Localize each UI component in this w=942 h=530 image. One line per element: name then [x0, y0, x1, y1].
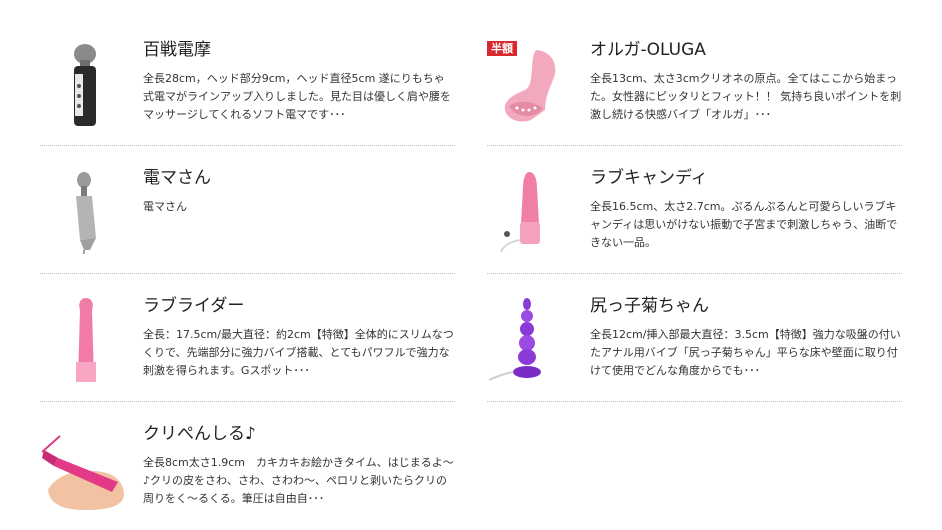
- product-card[interactable]: 百戦電摩 全長28cm，ヘッド部分9cm，ヘッド直径5cm 遂にりもちゃ式電マが…: [40, 18, 455, 146]
- product-description: 全長8cm太さ1.9cm カキカキお絵かきタイム、はじまるよ～♪クリの皮をさわ、…: [143, 456, 454, 505]
- product-title[interactable]: 電マさん: [143, 168, 455, 188]
- product-image[interactable]: [40, 168, 126, 254]
- product-image[interactable]: [40, 40, 126, 126]
- product-description: 全長：17.5cm/最大直径：約2cm【特徴】全体的にスリムなつくりで、先端部分…: [143, 328, 454, 377]
- half-price-badge: 半額: [487, 41, 517, 56]
- product-info: クリぺんしる♪ 全長8cm太さ1.9cm カキカキお絵かきタイム、はじまるよ～♪…: [143, 424, 455, 508]
- product-card[interactable]: クリぺんしる♪ 全長8cm太さ1.9cm カキカキお絵かきタイム、はじまるよ～♪…: [40, 402, 455, 530]
- product-description: 全長16.5cm、太さ2.7cm。ぷるんぷるんと可愛らしいラブキャンディは思いが…: [590, 200, 898, 249]
- product-title[interactable]: 百戦電摩: [143, 40, 455, 60]
- handheld-massager-icon: [76, 172, 96, 254]
- product-card[interactable]: 電マさん 電マさん: [40, 146, 455, 274]
- wand-massager-icon: [74, 44, 96, 126]
- product-info: 百戦電摩 全長28cm，ヘッド部分9cm，ヘッド直径5cm 遂にりもちゃ式電マが…: [143, 40, 455, 124]
- product-image[interactable]: [487, 168, 573, 254]
- product-title[interactable]: 尻っ子菊ちゃん: [590, 296, 902, 316]
- product-description: 全長12cm/挿入部最大直径：3.5cm【特徴】強力な吸盤の付いたアナル用バイブ…: [590, 328, 901, 377]
- pen-vibrator-in-hand-icon: [41, 435, 124, 510]
- product-image[interactable]: [40, 296, 126, 382]
- product-card[interactable]: ラブライダー 全長：17.5cm/最大直径：約2cm【特徴】全体的にスリムなつく…: [40, 274, 455, 402]
- product-description: 全長13cm、太さ3cmクリオネの原点。全てはここから始まった。女性器にピッタリ…: [590, 72, 902, 121]
- product-title[interactable]: ラブキャンディ: [590, 168, 902, 188]
- pink-vibe-with-cord-icon: [500, 172, 540, 253]
- product-info: オルガ-OLUGA 全長13cm、太さ3cmクリオネの原点。全てはここから始まっ…: [590, 40, 902, 124]
- product-grid: 百戦電摩 全長28cm，ヘッド部分9cm，ヘッド直径5cm 遂にりもちゃ式電マが…: [40, 18, 902, 530]
- product-info: 電マさん 電マさん: [143, 168, 455, 216]
- product-info: ラブライダー 全長：17.5cm/最大直径：約2cm【特徴】全体的にスリムなつく…: [143, 296, 455, 380]
- product-card[interactable]: ラブキャンディ 全長16.5cm、太さ2.7cm。ぷるんぷるんと可愛らしいラブキ…: [487, 146, 902, 274]
- product-card[interactable]: 半額 オルガ-OLUGA 全長13cm、太さ3cmクリオネの原点。全てはここから…: [487, 18, 902, 146]
- product-image[interactable]: 半額: [487, 40, 573, 126]
- product-card[interactable]: 尻っ子菊ちゃん 全長12cm/挿入部最大直径：3.5cm【特徴】強力な吸盤の付い…: [487, 274, 902, 402]
- product-title[interactable]: ラブライダー: [143, 296, 455, 316]
- product-description: 電マさん: [143, 200, 187, 213]
- purple-beaded-vibe-icon: [488, 298, 541, 381]
- product-title[interactable]: クリぺんしる♪: [143, 424, 455, 444]
- product-info: ラブキャンディ 全長16.5cm、太さ2.7cm。ぷるんぷるんと可愛らしいラブキ…: [590, 168, 902, 252]
- product-description: 全長28cm，ヘッド部分9cm，ヘッド直径5cm 遂にりもちゃ式電マがラインアッ…: [143, 72, 451, 121]
- product-image[interactable]: [40, 424, 126, 510]
- product-image[interactable]: [487, 296, 573, 382]
- product-title[interactable]: オルガ-OLUGA: [590, 40, 902, 60]
- pink-dildo-icon: [76, 298, 96, 382]
- product-info: 尻っ子菊ちゃん 全長12cm/挿入部最大直径：3.5cm【特徴】強力な吸盤の付い…: [590, 296, 902, 380]
